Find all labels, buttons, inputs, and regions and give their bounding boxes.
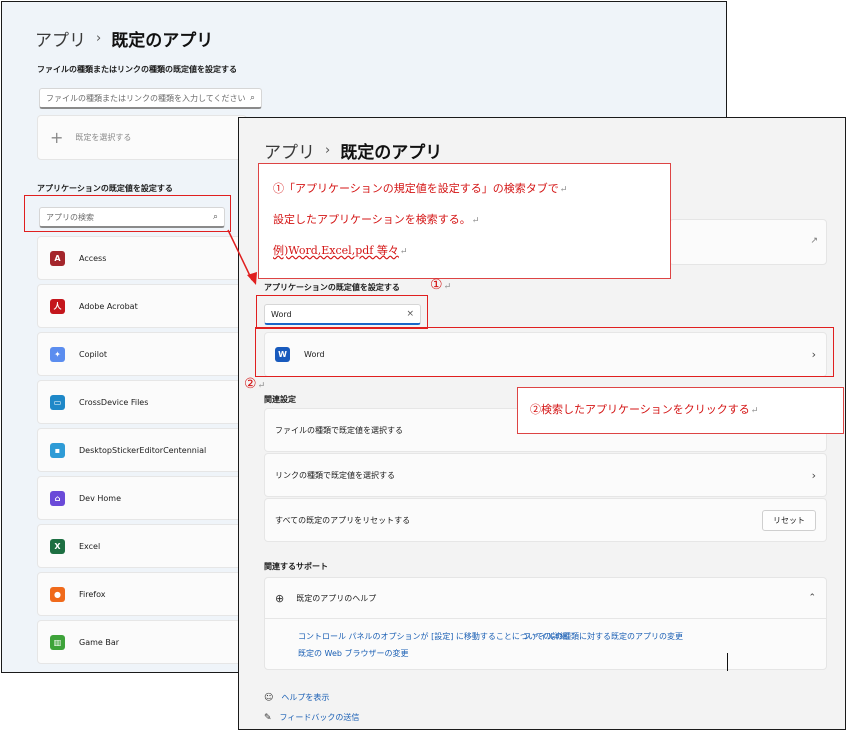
text-cursor xyxy=(727,653,728,671)
excel-icon: X xyxy=(50,538,65,554)
reset-button[interactable]: リセット xyxy=(762,509,816,531)
copilot-icon: ✦ xyxy=(50,346,65,362)
help-expander[interactable]: ⊕ 既定のアプリのヘルプ ⌃ xyxy=(265,578,826,619)
note1-line-1: ①「アプリケーションの規定値を設定する」の検索タブで↵ xyxy=(273,182,568,195)
help-link[interactable]: ヘルプを表示 xyxy=(281,692,329,703)
help-link-filetype[interactable]: ファイルの種類に対する既定のアプリの変更 xyxy=(523,631,683,642)
highlight-word-result xyxy=(255,327,834,377)
page-title: 既定のアプリ xyxy=(111,31,214,51)
step-marker-2: ②↵ xyxy=(244,376,266,392)
step-marker-1: ①↵ xyxy=(430,277,452,293)
adobe-acrobat-icon: 人 xyxy=(50,298,65,314)
firefox-icon: ● xyxy=(50,586,65,602)
linktype-defaults-row[interactable]: リンクの種類で既定値を選択する › xyxy=(264,453,827,497)
breadcrumb-apps[interactable]: アプリ xyxy=(35,26,86,51)
app-name: Dev Home xyxy=(79,493,121,503)
page-title: 既定のアプリ xyxy=(340,143,443,163)
related-settings-title: 関連設定 xyxy=(264,395,296,404)
app-row[interactable]: ✦ Copilot xyxy=(37,332,247,376)
help-title: 既定のアプリのヘルプ xyxy=(296,593,377,603)
app-row[interactable]: ▭ CrossDevice Files xyxy=(37,380,247,424)
app-name: DesktopStickerEditorCentennial xyxy=(79,445,207,455)
app-name: Excel xyxy=(79,541,101,551)
hidden-card: ↗ xyxy=(669,219,827,265)
plus-icon: + xyxy=(50,128,64,147)
choose-default-button[interactable]: + 既定を選択する xyxy=(37,115,247,160)
app-name: Copilot xyxy=(79,349,108,359)
app-name: Adobe Acrobat xyxy=(79,301,138,311)
feedback-icon: ✎ xyxy=(264,712,272,723)
app-row[interactable]: 人 Adobe Acrobat xyxy=(37,284,247,328)
help-card: ⊕ 既定のアプリのヘルプ ⌃ コントロール パネルのオプションが [設定] に移… xyxy=(264,577,827,671)
app-row[interactable]: A Access xyxy=(37,236,247,280)
access-icon: A xyxy=(50,250,65,266)
external-link-icon: ↗ xyxy=(810,236,818,246)
annotation-note-1: ①「アプリケーションの規定値を設定する」の検索タブで↵ 設定したアプリケーション… xyxy=(258,163,671,279)
dev-home-icon: ⌂ xyxy=(50,490,65,506)
breadcrumb-separator: › xyxy=(96,31,102,46)
help-icon: ☺ xyxy=(264,692,274,703)
chevron-up-icon: ⌃ xyxy=(808,593,816,603)
crossdevice-icon: ▭ xyxy=(50,394,65,410)
app-name: Game Bar xyxy=(79,637,120,647)
note1-line-3: 例)Word,Excel,pdf 等々↵ xyxy=(273,244,408,257)
feedback-link[interactable]: フィードバックの送信 xyxy=(280,712,360,723)
game-bar-icon: ▥ xyxy=(50,634,65,650)
reset-defaults-label: すべての既定のアプリをリセットする xyxy=(275,515,411,525)
breadcrumb-separator: › xyxy=(325,143,331,158)
annotation-note-2: ②検索したアプリケーションをクリックする↵ xyxy=(517,387,844,434)
chevron-right-icon: › xyxy=(811,468,816,482)
help-link-browser[interactable]: 既定の Web ブラウザーの変更 xyxy=(298,648,409,659)
app-row[interactable]: X Excel xyxy=(37,524,247,568)
choose-default-label: 既定を選択する xyxy=(75,133,132,142)
feedback-link-row[interactable]: ✎ フィードバックの送信 xyxy=(264,712,359,723)
linktype-defaults-label: リンクの種類で既定値を選択する xyxy=(275,470,395,480)
breadcrumb: アプリ › 既定のアプリ xyxy=(35,26,213,51)
breadcrumb-apps[interactable]: アプリ xyxy=(264,138,315,163)
highlight-word-search xyxy=(256,295,428,329)
sticker-editor-icon: ▪ xyxy=(50,442,65,458)
search-icon: ⌕ xyxy=(249,93,255,103)
related-support-title: 関連するサポート xyxy=(264,562,328,571)
highlight-app-search xyxy=(24,195,231,232)
app-name: CrossDevice Files xyxy=(79,397,149,407)
filetype-section-label: ファイルの種類またはリンクの種類の既定値を設定する xyxy=(37,65,237,74)
filetype-search-placeholder: ファイルの種類またはリンクの種類を入力してください xyxy=(46,93,246,103)
app-row[interactable]: ● Firefox xyxy=(37,572,247,616)
app-section-label: アプリケーションの既定値を設定する xyxy=(264,283,400,292)
app-section-label: アプリケーションの既定値を設定する xyxy=(37,184,173,193)
breadcrumb: アプリ › 既定のアプリ xyxy=(264,138,442,163)
app-row[interactable]: ▪ DesktopStickerEditorCentennial xyxy=(37,428,247,472)
app-name: Access xyxy=(79,253,107,263)
app-row[interactable]: ⌂ Dev Home xyxy=(37,476,247,520)
note1-line-2: 設定したアプリケーションを検索する。↵ xyxy=(273,213,480,226)
globe-icon: ⊕ xyxy=(275,591,285,605)
app-row[interactable]: ▥ Game Bar xyxy=(37,620,247,664)
reset-defaults-row: すべての既定のアプリをリセットする リセット xyxy=(264,498,827,542)
app-name: Firefox xyxy=(79,589,106,599)
help-link-row[interactable]: ☺ ヘルプを表示 xyxy=(264,692,329,703)
filetype-search-input[interactable]: ファイルの種類またはリンクの種類を入力してください ⌕ xyxy=(39,88,262,109)
